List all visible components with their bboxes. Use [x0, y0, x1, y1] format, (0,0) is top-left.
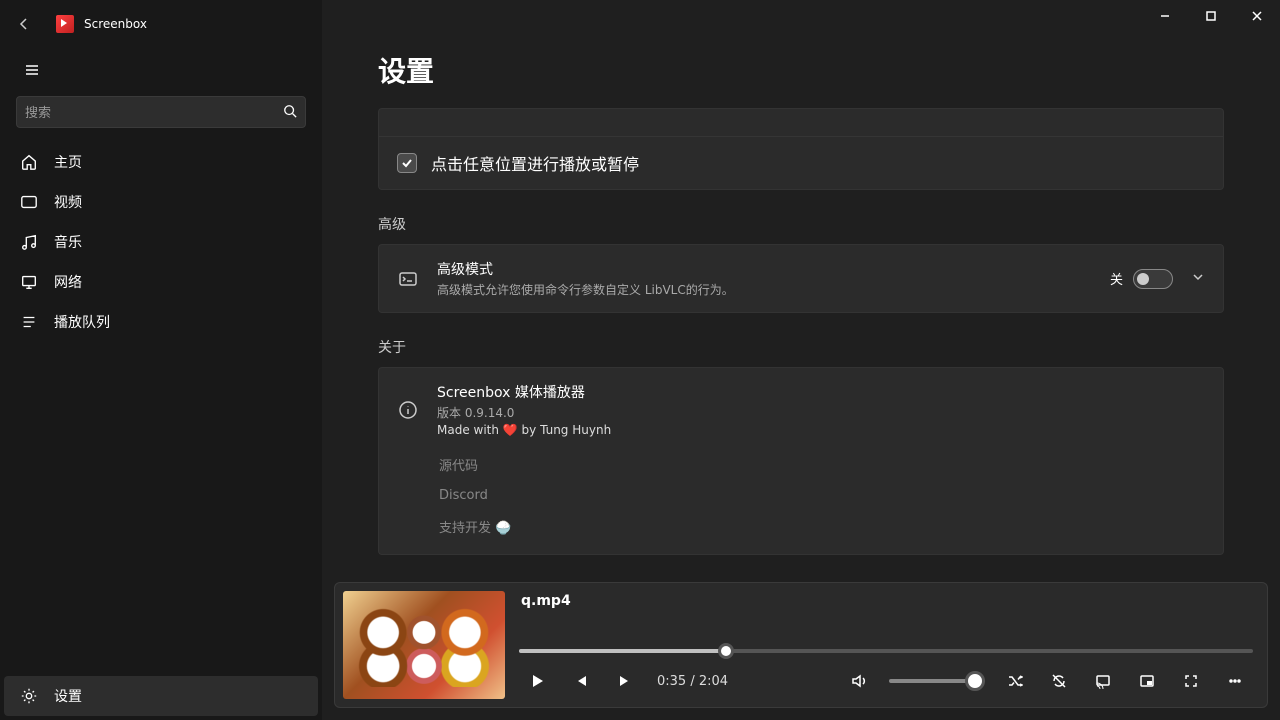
- about-title: Screenbox 媒体播放器: [437, 382, 1205, 402]
- volume-button[interactable]: [841, 663, 877, 699]
- about-card: Screenbox 媒体播放器 版本 0.9.14.0 Made with ❤️…: [379, 368, 1223, 451]
- app-name: Screenbox: [84, 17, 147, 31]
- terminal-icon: [397, 268, 419, 290]
- cast-button[interactable]: [1085, 663, 1121, 699]
- progress-slider[interactable]: [519, 649, 1253, 653]
- sidebar-item-label: 设置: [54, 686, 82, 706]
- player-bar: q.mp4 0:35 / 2:0: [334, 582, 1268, 708]
- play-button[interactable]: [519, 663, 555, 699]
- sidebar-item-label: 网络: [54, 272, 82, 292]
- fullscreen-button[interactable]: [1173, 663, 1209, 699]
- toggle-advanced-mode[interactable]: [1133, 269, 1173, 289]
- link-discord[interactable]: Discord: [439, 488, 1205, 503]
- checkbox-icon[interactable]: [397, 153, 417, 173]
- link-source-code[interactable]: 源代码: [439, 455, 1205, 474]
- section-header-advanced: 高级: [378, 214, 1224, 234]
- search-box[interactable]: [16, 96, 306, 128]
- setting-advanced-mode[interactable]: 高级模式 高级模式允许您使用命令行参数自定义 LibVLC的行为。 关: [379, 245, 1223, 312]
- back-button[interactable]: [8, 8, 40, 40]
- sidebar-item-settings[interactable]: 设置: [4, 676, 318, 716]
- more-button[interactable]: [1217, 663, 1253, 699]
- search-icon[interactable]: [283, 103, 297, 122]
- sidebar-item-label: 播放队列: [54, 312, 110, 332]
- repeat-button[interactable]: [1041, 663, 1077, 699]
- link-support[interactable]: 支持开发 🍚: [439, 517, 1205, 536]
- setting-description: 高级模式允许您使用命令行参数自定义 LibVLC的行为。: [437, 281, 1092, 298]
- shuffle-button[interactable]: [997, 663, 1033, 699]
- setting-title: 高级模式: [437, 259, 1092, 279]
- sidebar-item-video[interactable]: 视频: [4, 182, 318, 222]
- next-button[interactable]: [607, 663, 643, 699]
- media-thumbnail[interactable]: [343, 591, 505, 699]
- sidebar-item-network[interactable]: 网络: [4, 262, 318, 302]
- toggle-state-label: 关: [1110, 269, 1123, 288]
- setting-label: 点击任意位置进行播放或暂停: [431, 151, 639, 175]
- app-icon: [56, 15, 74, 33]
- section-header-about: 关于: [378, 337, 1224, 357]
- sidebar-item-label: 音乐: [54, 232, 82, 252]
- close-button[interactable]: [1234, 0, 1280, 32]
- media-title: q.mp4: [521, 593, 1259, 609]
- search-input[interactable]: [25, 105, 283, 120]
- previous-button[interactable]: [563, 663, 599, 699]
- sidebar-item-home[interactable]: 主页: [4, 142, 318, 182]
- hamburger-menu[interactable]: [16, 54, 48, 86]
- sidebar-item-label: 主页: [54, 152, 82, 172]
- about-version: 版本 0.9.14.0: [437, 404, 1205, 421]
- time-display: 0:35 / 2:04: [657, 674, 728, 689]
- chevron-down-icon[interactable]: [1191, 269, 1205, 288]
- page-title: 设置: [322, 0, 1280, 108]
- setting-click-anywhere[interactable]: 点击任意位置进行播放或暂停: [379, 136, 1223, 189]
- sidebar-item-label: 视频: [54, 192, 82, 212]
- sidebar-item-music[interactable]: 音乐: [4, 222, 318, 262]
- sidebar-item-queue[interactable]: 播放队列: [4, 302, 318, 342]
- info-icon: [397, 399, 419, 421]
- volume-slider[interactable]: [889, 679, 985, 683]
- about-made-by: Made with ❤️ by Tung Huynh: [437, 423, 1205, 437]
- pip-button[interactable]: [1129, 663, 1165, 699]
- minimize-button[interactable]: [1142, 0, 1188, 32]
- maximize-button[interactable]: [1188, 0, 1234, 32]
